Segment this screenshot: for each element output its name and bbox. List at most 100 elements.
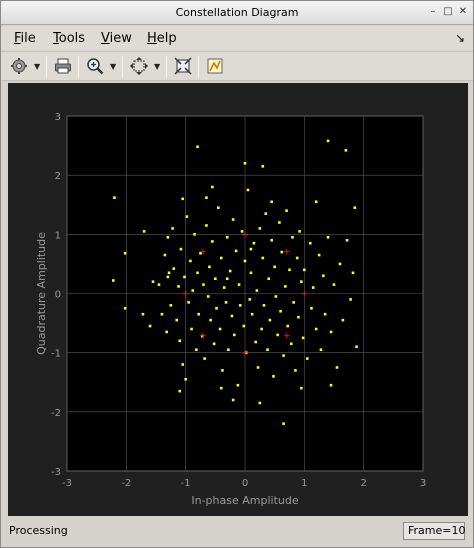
- symbol-point: [243, 259, 247, 263]
- symbol-point: [222, 286, 226, 289]
- symbol-point: [197, 312, 201, 316]
- symbol-point: [284, 285, 287, 288]
- zoom-in-icon: [87, 58, 104, 75]
- zoom-dropdown-icon[interactable]: ▼: [110, 62, 116, 71]
- maximize-icon[interactable]: □: [442, 6, 454, 18]
- symbol-point: [270, 238, 273, 242]
- toolbar-separator: [46, 56, 47, 78]
- symbol-point: [285, 209, 288, 212]
- menu-view[interactable]: View: [101, 31, 132, 46]
- symbol-point: [111, 279, 115, 282]
- pan-dropdown-icon[interactable]: ▼: [154, 62, 160, 71]
- autoscale-icon: [174, 57, 192, 75]
- settings-icon: [11, 58, 27, 74]
- reference-point: +: [283, 331, 291, 341]
- pan-icon: [130, 57, 148, 75]
- reference-point: +: [182, 290, 190, 300]
- symbol-point: [322, 274, 325, 278]
- settings-button[interactable]: [8, 55, 30, 77]
- symbol-point: [208, 265, 211, 269]
- symbol-point: [233, 333, 236, 337]
- menu-tools[interactable]: Tools: [53, 31, 85, 46]
- symbol-point: [141, 312, 145, 316]
- symbol-point: [169, 304, 173, 307]
- menu-dock-arrow-icon[interactable]: ↘: [455, 31, 465, 45]
- toolbar-separator: [166, 56, 167, 78]
- symbol-point: [123, 251, 127, 255]
- toolbar-separator: [198, 56, 199, 78]
- symbol-point: [298, 230, 301, 233]
- symbol-point: [178, 389, 182, 393]
- settings-dropdown-icon[interactable]: ▼: [34, 62, 40, 71]
- pan-button[interactable]: [128, 55, 150, 77]
- toolbar: ▼ ▼ ▼: [1, 51, 473, 81]
- menu-tools-label: ools: [58, 31, 86, 46]
- y-tick-label: -3: [51, 467, 61, 478]
- symbol-point: [261, 256, 265, 260]
- status-bar: Processing Frame=10: [1, 519, 473, 547]
- plot-panel[interactable]: -3 -2 -1 0 1 2 3 -3 -2 -1 0 1 2 3 In-phase Amplitude Qu…: [8, 83, 468, 516]
- symbol-point: [250, 312, 254, 316]
- symbol-point: [236, 383, 240, 387]
- y-tick-label: 3: [55, 112, 61, 123]
- reference-point: +: [199, 248, 207, 258]
- symbol-point: [326, 139, 330, 143]
- symbol-point: [206, 295, 210, 298]
- x-axis-label: In-phase Amplitude: [191, 494, 298, 507]
- menu-help-mnemonic: H: [147, 31, 157, 46]
- y-tick-label: 1: [55, 230, 61, 241]
- symbol-point: [279, 309, 282, 313]
- symbol-point: [276, 333, 279, 337]
- autoscale-button[interactable]: [172, 55, 194, 77]
- symbol-point: [308, 241, 312, 245]
- symbol-point: [249, 271, 253, 275]
- symbol-point: [355, 345, 358, 349]
- zoom-button[interactable]: [84, 55, 106, 77]
- close-icon[interactable]: ✕: [457, 6, 469, 18]
- symbol-point: [157, 283, 161, 286]
- symbol-point: [230, 314, 234, 318]
- reference-point: +: [301, 290, 309, 300]
- x-tick-label: -1: [181, 478, 191, 489]
- symbol-point: [160, 312, 164, 316]
- symbol-point: [317, 253, 321, 257]
- symbol-point: [175, 318, 179, 322]
- symbol-point: [303, 268, 306, 272]
- print-button[interactable]: [52, 55, 74, 77]
- measurement-button[interactable]: [204, 55, 226, 77]
- symbol-point: [272, 375, 275, 378]
- symbol-point: [148, 324, 152, 328]
- symbol-point: [123, 306, 127, 310]
- x-tick-label: 1: [301, 478, 307, 489]
- symbol-point: [288, 268, 291, 272]
- symbol-point: [209, 318, 212, 322]
- symbol-point: [181, 363, 184, 366]
- symbol-point: [273, 265, 276, 269]
- symbol-point: [179, 247, 183, 251]
- toolbar-separator: [78, 56, 79, 78]
- symbol-point: [326, 235, 330, 239]
- symbol-point: [252, 241, 256, 245]
- symbol-point: [187, 301, 190, 304]
- title-bar: Constellation Diagram – □ ✕: [1, 1, 473, 25]
- symbol-point: [219, 386, 223, 390]
- symbol-point: [329, 330, 333, 334]
- symbol-point: [195, 348, 198, 352]
- x-tick-label: 2: [360, 478, 366, 489]
- symbol-point: [166, 235, 170, 239]
- menu-help[interactable]: Help: [147, 31, 177, 46]
- reference-point: +: [199, 331, 207, 341]
- symbol-point: [167, 271, 171, 275]
- symbol-point: [266, 348, 269, 352]
- menu-file[interactable]: File: [14, 31, 36, 46]
- symbol-point: [166, 275, 170, 279]
- symbol-point: [345, 238, 349, 242]
- constellation-plot[interactable]: -3 -2 -1 0 1 2 3 -3 -2 -1 0 1 2 3 In-phase Amplitude Qu…: [8, 83, 468, 516]
- symbol-point: [311, 286, 315, 289]
- symbol-point: [319, 348, 323, 352]
- symbol-point: [282, 422, 285, 425]
- symbol-point: [172, 267, 176, 270]
- symbol-point: [151, 280, 155, 283]
- minimize-icon[interactable]: –: [427, 6, 439, 18]
- symbol-point: [190, 327, 193, 331]
